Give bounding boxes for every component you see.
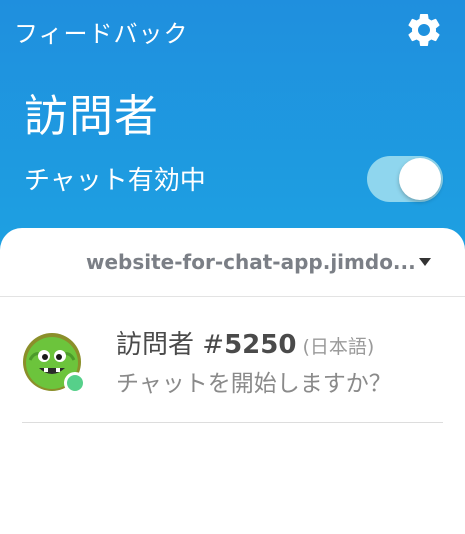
website-select-value: website-for-chat-app.jimdo... <box>86 250 416 274</box>
gear-icon[interactable] <box>404 10 444 50</box>
page-title: 訪問者 <box>24 91 159 142</box>
toggle-knob <box>399 158 441 200</box>
dropdown-caret-icon <box>419 258 431 266</box>
visitor-number: 5250 <box>224 330 297 360</box>
visitor-language: (日本語) <box>302 336 375 358</box>
chat-enabled-toggle[interactable] <box>367 156 443 202</box>
visitor-panel: website-for-chat-app.jimdo... 訪問者 #5250(… <box>0 228 465 534</box>
online-status-dot <box>64 372 86 394</box>
chat-status-label: チャット有効中 <box>24 166 206 196</box>
feedback-link[interactable]: フィードバック <box>14 14 189 49</box>
visitor-message: チャットを開始しますか？ <box>116 371 392 397</box>
visitor-name: 訪問者 #5250 (日本語) <box>116 324 374 361</box>
website-select[interactable]: website-for-chat-app.jimdo... <box>0 228 465 297</box>
visitor-name-prefix: 訪問者 # <box>116 330 225 360</box>
visitor-list-item[interactable]: 訪問者 #5250 (日本語) チャットを開始しますか？ <box>22 324 443 423</box>
